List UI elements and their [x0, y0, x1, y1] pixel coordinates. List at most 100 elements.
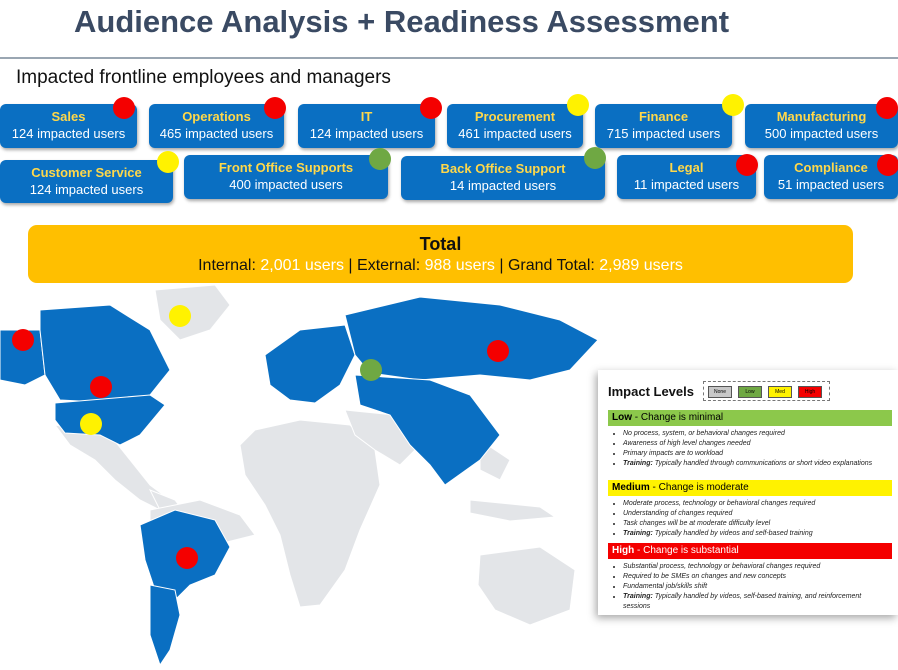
- bullet: Substantial process, technology or behav…: [623, 562, 888, 572]
- group-count: 400 impacted users: [229, 177, 343, 192]
- world-map: [0, 285, 599, 667]
- map-region-greenland-land: [154, 285, 231, 341]
- impact-dot-high: [113, 97, 135, 119]
- level-desc: - Change is moderate: [649, 482, 749, 493]
- bullet: Understanding of changes required: [623, 509, 888, 519]
- training-text: Typically handled by videos and self-bas…: [652, 530, 813, 537]
- training-label: Training:: [623, 530, 653, 537]
- group-count: 715 impacted users: [606, 126, 721, 141]
- group-card-procurement: Procurement 461 impacted users: [447, 104, 583, 148]
- level-medium-bullets: Moderate process, technology or behavior…: [614, 499, 888, 539]
- group-count: 500 impacted users: [764, 126, 879, 141]
- key-none: None: [708, 386, 732, 398]
- map-region-africa: [239, 419, 381, 608]
- level-desc: - Change is minimal: [632, 412, 724, 423]
- group-name: Customer Service: [31, 165, 142, 180]
- impact-dot-high: [736, 154, 758, 176]
- bullet: Task changes will be at moderate difficu…: [623, 519, 888, 529]
- bullet: Fundamental job/skills shift: [623, 582, 888, 592]
- group-count: 14 impacted users: [449, 178, 557, 193]
- group-count: 51 impacted users: [777, 177, 885, 192]
- training-text: Typically handled through communications…: [652, 460, 873, 467]
- page-title: Audience Analysis + Readiness Assessment: [74, 4, 730, 39]
- bullet-training: Training: Typically handled through comm…: [623, 459, 888, 469]
- impact-dot-medium: [157, 151, 179, 173]
- group-count: 124 impacted users: [11, 126, 126, 141]
- bullet: Awareness of high level changes needed: [623, 439, 888, 449]
- impact-dot-low: [369, 148, 391, 170]
- bullet: Moderate process, technology or behavior…: [623, 499, 888, 509]
- impact-dot-medium: [567, 94, 589, 116]
- group-card-it: IT 124 impacted users: [298, 104, 435, 148]
- impact-dot-high: [876, 97, 898, 119]
- group-count: 465 impacted users: [159, 126, 274, 141]
- group-count: 124 impacted users: [29, 182, 144, 197]
- external-label: External:: [357, 257, 421, 274]
- impact-dot-medium: [722, 94, 744, 116]
- title-divider: [0, 57, 898, 59]
- separator: |: [348, 257, 353, 274]
- map-dot-canada: [90, 376, 112, 398]
- map-dot-europe: [360, 359, 382, 381]
- map-region-southern-south-america: [149, 584, 181, 667]
- separator: |: [499, 257, 504, 274]
- impact-dot-high: [877, 154, 898, 176]
- external-value: 988 users: [424, 257, 495, 274]
- key-high: High: [798, 386, 822, 398]
- level-low-band: Low - Change is minimal: [608, 410, 892, 426]
- level-high-band: High - Change is substantial: [608, 543, 892, 559]
- map-region-russia: [344, 296, 599, 381]
- group-count: 124 impacted users: [309, 126, 424, 141]
- map-dot-united-states: [80, 413, 102, 435]
- level-name: Medium: [612, 482, 650, 493]
- level-name: Low: [612, 412, 632, 423]
- map-dot-greenland: [169, 305, 191, 327]
- level-desc: - Change is substantial: [634, 545, 739, 556]
- total-line: Internal: 2,001 users | External: 988 us…: [28, 254, 853, 278]
- group-card-finance: Finance 715 impacted users: [595, 104, 732, 148]
- group-card-manufacturing: Manufacturing 500 impacted users: [745, 104, 898, 148]
- bullet: No process, system, or behavioral change…: [623, 429, 888, 439]
- grand-total-label: Grand Total:: [507, 257, 595, 274]
- level-name: High: [612, 545, 635, 556]
- total-label: Total: [419, 234, 462, 254]
- training-label: Training:: [623, 460, 653, 467]
- group-name: Front Office Supports: [218, 160, 354, 175]
- map-dot-alaska: [12, 329, 34, 351]
- bullet-training: Training: Typically handled by videos, s…: [623, 592, 888, 612]
- map-region-indonesia: [469, 499, 557, 522]
- training-text: Typically handled by videos, self-based …: [623, 593, 862, 610]
- impact-dot-high: [264, 97, 286, 119]
- group-count: 461 impacted users: [458, 126, 572, 141]
- group-name: Back Office Support: [440, 161, 566, 176]
- bullet-training: Training: Typically handled by videos an…: [623, 529, 888, 539]
- group-name: Manufacturing: [776, 109, 867, 124]
- group-name: Procurement: [474, 109, 556, 124]
- level-low-bullets: No process, system, or behavioral change…: [614, 429, 888, 469]
- group-card-customer-service: Customer Service 124 impacted users: [0, 160, 173, 203]
- key-low: Low: [738, 386, 762, 398]
- internal-label: Internal:: [198, 257, 256, 274]
- group-name: Finance: [638, 109, 689, 124]
- map-dot-russia: [487, 340, 509, 362]
- map-region-australia: [477, 546, 576, 626]
- level-medium-band: Medium - Change is moderate: [608, 480, 892, 496]
- impact-levels-panel: Impact Levels None Low Med High Low - Ch…: [598, 370, 898, 615]
- group-card-back-office-support: Back Office Support 14 impacted users: [401, 156, 605, 200]
- bullet: Required to be SMEs on changes and new c…: [623, 572, 888, 582]
- group-count: 11 impacted users: [633, 177, 740, 192]
- internal-value: 2,001 users: [260, 257, 344, 274]
- group-card-front-office-supports: Front Office Supports 400 impacted users: [184, 155, 388, 199]
- page-subtitle: Impacted frontline employees and manager…: [16, 67, 391, 88]
- level-high-bullets: Substantial process, technology or behav…: [614, 562, 888, 612]
- map-dot-brazil: [176, 547, 198, 569]
- legend-heading: Impact Levels: [608, 384, 694, 399]
- key-medium: Med: [768, 386, 792, 398]
- map-region-europe: [264, 324, 356, 404]
- group-name: IT: [360, 109, 373, 124]
- bullet: Primary impacts are to workload: [623, 449, 888, 459]
- group-card-legal: Legal 11 impacted users: [617, 155, 756, 199]
- legend-key-box: None Low Med High: [703, 381, 830, 401]
- total-banner: Total Internal: 2,001 users | External: …: [28, 225, 853, 283]
- impact-dot-low: [584, 147, 606, 169]
